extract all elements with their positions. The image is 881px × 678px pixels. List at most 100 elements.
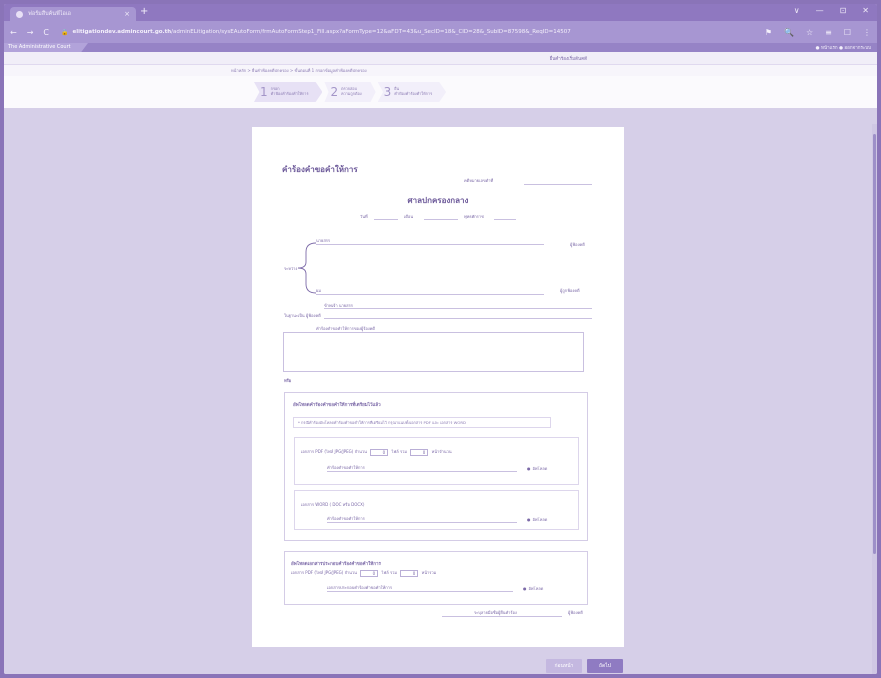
request-label: คำร้องคำขอคำให้การของผู้ร้องคดี — [316, 326, 376, 331]
previous-button[interactable]: ก่อนหน้า — [546, 659, 582, 673]
attach-pages-input[interactable]: 0 — [400, 569, 419, 577]
tab-search-icon[interactable]: ∨ — [794, 6, 800, 15]
reload-icon[interactable]: C — [43, 28, 49, 37]
url-field[interactable]: 🔒 elitigationdev.admincourt.go.th /admin… — [59, 25, 755, 39]
translate-icon[interactable]: ⚑ — [765, 28, 772, 37]
month-input[interactable] — [424, 219, 458, 220]
form-paper: คำร้องคำขอคำให้การ คดีหมายเลขดำที่ ศาลปก… — [252, 127, 624, 647]
file-label-1: คำร้องคำขอคำให้การ — [327, 465, 365, 470]
upload-section: อัพโหลดคำร้องคำขอคำให้การที่เตรียมไว้แล้… — [284, 392, 588, 541]
window-controls: ∨ — ⊡ ✕ — [794, 6, 869, 15]
favicon-icon — [16, 10, 23, 18]
app-header: The Administrative Court ● หน้าแรก ● ออก… — [4, 43, 877, 52]
new-tab-button[interactable]: + — [140, 6, 148, 17]
defendant-name: ผม — [316, 288, 321, 293]
forward-icon[interactable]: → — [27, 28, 34, 37]
file-label-2: คำร้องคำขอคำให้การ — [327, 516, 365, 521]
year-input[interactable] — [494, 219, 516, 220]
step-indicator: 1 กรอก คำฟ้องคำร้องคำให้การ 2 ตรวจสอบ คว… — [4, 76, 877, 108]
content-area: คำร้องคำขอคำให้การ คดีหมายเลขดำที่ ศาลปก… — [4, 124, 877, 674]
file-input-2[interactable] — [327, 522, 517, 523]
attach-pdf-label: เอกสาร PDF (ไฟล์ JPG/JPEG) จำนวน — [291, 570, 357, 575]
case-no-input[interactable] — [524, 184, 592, 185]
toolbar-icons: ⚑ 🔍 ☆ ≡ ☐ ⋮ — [765, 28, 871, 37]
pdf-pages-input[interactable]: 0 — [410, 448, 429, 456]
attach-count-input[interactable]: 0 — [360, 569, 379, 577]
upload-notice: * กรณีคำร้องอัพโหลดคำร้องคำขอคำให้การที่… — [293, 417, 551, 428]
pdf-label: เอกสาร PDF (ไฟล์ JPG/JPEG) จำนวน — [301, 449, 367, 454]
step-1: 1 กรอก คำฟ้องคำร้องคำให้การ — [254, 82, 323, 102]
step-1-number: 1 — [260, 85, 268, 99]
file-input-1[interactable] — [327, 471, 517, 472]
step-2-number: 2 — [330, 85, 339, 99]
signature-input[interactable] — [442, 616, 562, 617]
browser-window: ฟอร์มสืบค้นพีไอเอ × + ∨ — ⊡ ✕ ← → C 🔒 el… — [4, 4, 877, 674]
reading-list-icon[interactable]: ≡ — [825, 28, 832, 37]
address-bar: ← → C 🔒 elitigationdev.admincourt.go.th … — [4, 21, 877, 43]
pdf-count-input[interactable]: 0 — [370, 448, 389, 456]
side-panel-icon[interactable]: ☐ — [844, 28, 851, 37]
next-button[interactable]: ถัดไป — [587, 659, 623, 673]
url-host: elitigationdev.admincourt.go.th — [72, 29, 172, 35]
word-label: เอกสาร WORD ( DOC หรือ DOCX) — [301, 502, 365, 507]
month-label: เดือน — [404, 214, 414, 219]
year-label: พุทธศักราช — [464, 214, 484, 219]
attach-unit: หน้ารวม — [421, 570, 437, 575]
step-3: 3 ยื่น คำฟ้องคำร้องคำให้การ — [377, 82, 447, 102]
subnav-title[interactable]: ยื่นคำร้องเริ่มต้นคดี — [550, 55, 587, 62]
minimize-button[interactable]: — — [816, 6, 824, 15]
menu-icon[interactable]: ⋮ — [863, 28, 871, 37]
attach-pages-label: ไฟล์ รวม — [381, 570, 398, 575]
status-label: ในฐานะเป็น ผู้ฟ้องคดี — [284, 313, 321, 318]
attachment-title: อัพโหลดเอกสารประกอบคำร้องคำขอคำให้การ — [291, 562, 381, 567]
date-label: วันที่ — [360, 214, 368, 219]
step-3-label: ยื่น คำฟ้องคำร้องคำให้การ — [394, 86, 433, 96]
maximize-button[interactable]: ⊡ — [840, 6, 847, 15]
or-label: หรือ — [284, 378, 292, 383]
breadcrumb[interactable]: หน้าหลัก > ยื่นคำฟ้องคดีปกครอง > ขั้นตอน… — [4, 64, 877, 76]
submitter-input[interactable] — [324, 308, 592, 309]
date-input[interactable] — [374, 219, 398, 220]
status-input[interactable] — [324, 318, 592, 319]
attach-file-input[interactable] — [327, 591, 513, 592]
upload-option-2[interactable]: อัพโหลด — [527, 516, 548, 523]
court-name: ศาลปกครองกลาง — [407, 196, 469, 205]
attach-file-label: เอกสารประกอบคำร้องคำขอคำให้การ — [327, 585, 393, 590]
signature-role: ผู้ฟ้องคดี — [568, 610, 583, 615]
tab-bar: ฟอร์มสืบค้นพีไอเอ × + ∨ — ⊡ ✕ — [4, 4, 877, 21]
attachment-row: เอกสาร PDF (ไฟล์ JPG/JPEG) จำนวน 0 ไฟล์ … — [291, 569, 436, 577]
step-1-label: กรอก คำฟ้องคำร้องคำให้การ — [270, 86, 309, 96]
pages-unit: หน้าจำนวน — [431, 449, 452, 454]
tab-close-icon[interactable]: × — [124, 10, 130, 18]
attach-upload-option[interactable]: อัพโหลด — [523, 585, 544, 592]
plaintiff-input[interactable] — [316, 244, 544, 245]
step-3-number: 3 — [383, 85, 392, 99]
signature-hint: ระบุลายมือชื่อผู้ยื่นคำร้อง — [474, 610, 517, 615]
back-icon[interactable]: ← — [10, 28, 17, 37]
request-textarea[interactable] — [283, 332, 584, 372]
upload-option-1[interactable]: อัพโหลด — [527, 465, 548, 472]
defendant-role: ผู้ถูกฟ้องคดี — [560, 288, 580, 293]
case-no-label: คดีหมายเลขดำที่ — [464, 178, 494, 183]
step-2: 2 ตรวจสอบ ความถูกต้อง — [324, 82, 376, 102]
plaintiff-role: ผู้ฟ้องคดี — [570, 242, 585, 247]
pdf-row: เอกสาร PDF (ไฟล์ JPG/JPEG) จำนวน 0 ไฟล์ … — [301, 448, 452, 456]
user-links[interactable]: ● หน้าแรก ● ออกจากระบบ — [816, 44, 871, 51]
defendant-input[interactable] — [316, 294, 544, 295]
sub-navigation: ยื่นคำร้องเริ่มต้นคดี — [4, 52, 877, 64]
pdf-upload-box: เอกสาร PDF (ไฟล์ JPG/JPEG) จำนวน 0 ไฟล์ … — [294, 437, 579, 485]
tab-title: ฟอร์มสืบค้นพีไอเอ — [28, 11, 71, 17]
between-label: ระหว่าง — [284, 266, 298, 271]
close-window-button[interactable]: ✕ — [862, 6, 869, 15]
pdf-pages-label: ไฟล์ รวม — [391, 449, 408, 454]
browser-tab[interactable]: ฟอร์มสืบค้นพีไอเอ × — [10, 7, 136, 21]
word-upload-box: เอกสาร WORD ( DOC หรือ DOCX) คำร้องคำขอค… — [294, 490, 579, 530]
scrollbar-thumb[interactable] — [873, 134, 876, 554]
page-scrollbar[interactable] — [872, 124, 877, 674]
bookmark-star-icon[interactable]: ☆ — [806, 28, 813, 37]
zoom-icon[interactable]: 🔍 — [784, 28, 794, 37]
lock-icon: 🔒 — [61, 28, 69, 36]
step-2-label: ตรวจสอบ ความถูกต้อง — [341, 86, 362, 96]
form-title: คำร้องคำขอคำให้การ — [282, 165, 358, 174]
court-logo[interactable]: The Administrative Court — [4, 43, 88, 52]
